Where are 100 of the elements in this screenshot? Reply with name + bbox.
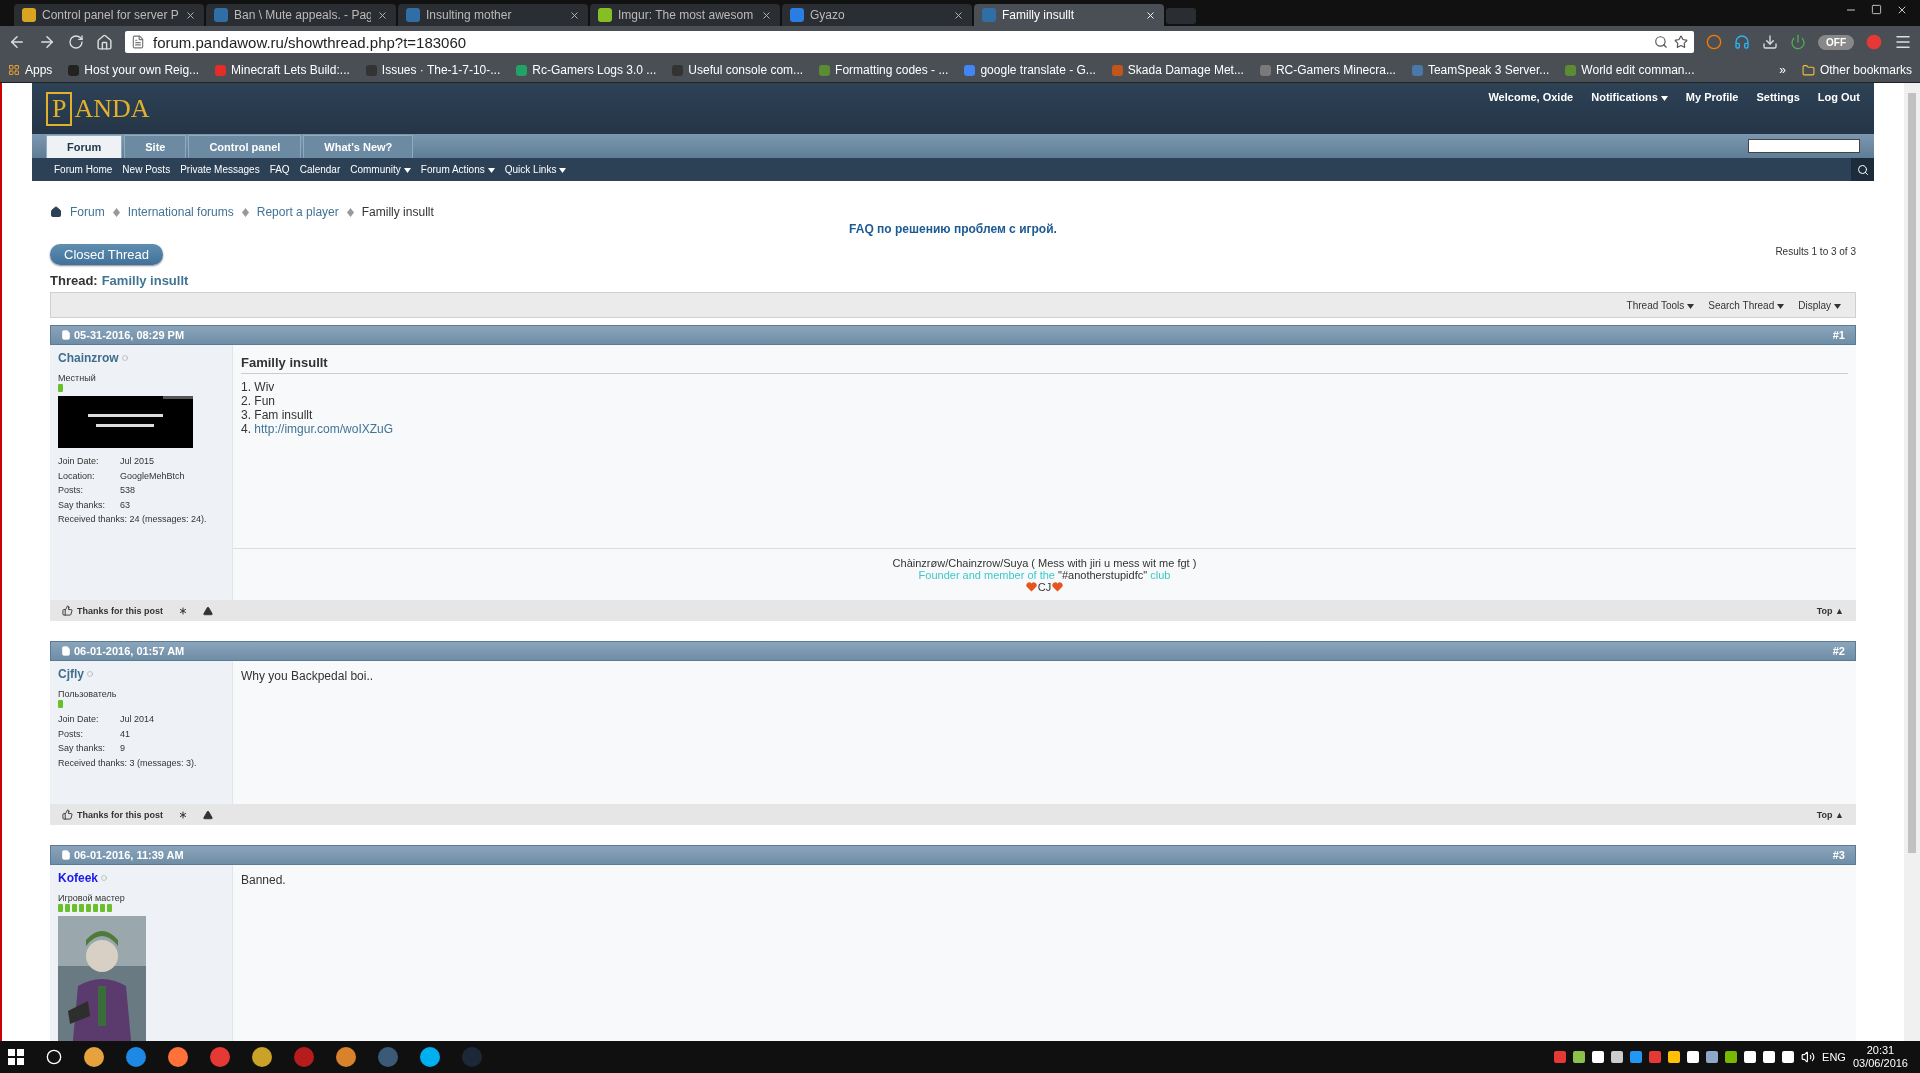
app-icon[interactable] [84,1047,104,1067]
download-icon[interactable] [1762,34,1778,50]
nav-tab[interactable]: Site [124,135,187,158]
home-icon[interactable] [50,206,62,218]
toggle-switch[interactable]: OFF [1818,34,1854,50]
close-icon[interactable] [761,9,772,21]
power-icon[interactable] [1790,34,1806,50]
link[interactable]: http://imgur.com/woIXZuG [254,422,394,436]
thanks-button[interactable]: Thanks for this post [62,605,163,616]
search-button[interactable] [1851,158,1874,181]
bookmark[interactable]: Useful console com... [672,63,804,77]
site-logo[interactable]: P ANDA [46,83,150,134]
bookmark[interactable]: RC-Gamers Minecra... [1259,63,1396,77]
windows-icon[interactable] [8,1049,24,1065]
tray-icon[interactable] [1611,1051,1624,1063]
thread-title[interactable]: Familly insullt [101,273,189,288]
tray-icon[interactable] [1592,1051,1605,1063]
headphones-icon[interactable] [1734,34,1750,50]
apps-bookmark[interactable]: Apps [8,63,53,77]
tray-icon[interactable] [1687,1051,1700,1063]
other-bookmarks[interactable]: Other bookmarks [1801,63,1912,77]
browser-tab[interactable]: Insulting mother [398,4,588,26]
language-indicator[interactable]: ENG [1822,1051,1846,1063]
breadcrumb-link[interactable]: International forums [127,205,234,219]
closed-thread-button[interactable]: Closed Thread [50,244,164,265]
user-link[interactable]: Settings [1756,91,1800,134]
report-icon[interactable] [203,605,213,616]
browser-tab[interactable]: Familly insullt [974,4,1164,26]
top-link[interactable]: Top ▲ [1816,605,1844,616]
tray-icon[interactable] [1744,1051,1757,1063]
forward-icon[interactable] [38,33,56,51]
sub-nav-link[interactable]: Forum Actions [420,164,495,175]
tool-menu[interactable]: Display [1798,299,1841,311]
close-icon[interactable] [185,9,196,21]
browser-tab[interactable]: Gyazo [782,4,972,26]
app-icon[interactable] [210,1047,230,1067]
sub-nav-link[interactable]: Private Messages [180,164,260,175]
bookmark[interactable]: Rc-Gamers Logs 3.0 ... [516,63,657,77]
nav-tab[interactable]: What's New? [303,135,414,158]
tray-icon[interactable] [1782,1051,1795,1063]
address-bar[interactable]: forum.pandawow.ru/showthread.php?t=183060 [125,31,1694,53]
sub-nav-link[interactable]: Calendar [299,164,341,175]
sub-nav-link[interactable]: Community [350,164,411,175]
tool-menu[interactable]: Search Thread [1708,299,1785,311]
username[interactable]: Cjfly [58,667,84,681]
tray-icon[interactable] [1763,1051,1776,1063]
app-icon[interactable] [420,1047,440,1067]
close-icon[interactable] [1145,9,1156,21]
user-link[interactable]: Log Out [1817,91,1860,134]
thanks-button[interactable]: Thanks for this post [62,809,163,820]
report-icon[interactable] [203,809,213,820]
bookmark[interactable]: Host your own Reig... [68,63,200,77]
username[interactable]: Kofeek [58,871,98,885]
sub-nav-link[interactable]: New Posts [122,164,171,175]
tray-icon[interactable] [1630,1051,1643,1063]
tray-icon[interactable] [1725,1051,1738,1063]
sub-nav-link[interactable]: Forum Home [54,164,113,175]
tool-menu[interactable]: Thread Tools [1626,299,1695,311]
nav-tab[interactable]: Control panel [188,135,302,158]
app-icon[interactable] [126,1047,146,1067]
page-icon [131,35,145,49]
app-icon[interactable] [336,1047,356,1067]
menu-icon[interactable] [1894,33,1912,51]
reload-icon[interactable] [68,34,84,50]
notice-link[interactable]: FAQ по решению проблем с игрой. [50,222,1856,236]
sub-nav-link[interactable]: Quick Links [504,164,567,175]
search-field[interactable] [1748,139,1860,153]
sub-nav-link[interactable]: FAQ [269,164,290,175]
star-icon[interactable] [1674,35,1688,49]
browser-tab[interactable]: Control panel for server P [14,4,204,26]
bookmark[interactable]: Formatting codes - ... [819,63,949,77]
close-icon[interactable] [1896,4,1908,16]
breadcrumb-link[interactable]: Forum [70,205,105,219]
tray-icon[interactable] [1573,1051,1586,1063]
browser-tab[interactable]: Imgur: The most awesom [590,4,780,26]
top-link[interactable]: Top ▲ [1816,809,1844,820]
maximize-icon[interactable] [1871,4,1882,15]
extension-icon[interactable] [1706,34,1722,50]
user-link[interactable]: My Profile [1685,91,1739,134]
username[interactable]: Chainzrow [58,351,119,365]
more-bookmarks-button[interactable]: » [1779,63,1786,77]
close-icon[interactable] [953,9,964,21]
app-icon[interactable] [168,1047,188,1067]
clock[interactable]: 20:31 03/06/2016 [1852,1044,1912,1070]
tray-icon[interactable] [1668,1051,1681,1063]
app-icon[interactable] [252,1047,272,1067]
bookmark[interactable]: Minecraft Lets Build:... [215,63,350,77]
bookmark[interactable]: Skada Damage Met... [1111,63,1244,77]
breadcrumb-link[interactable]: Report a player [256,205,339,219]
bookmark[interactable]: TeamSpeak 3 Server... [1411,63,1550,77]
back-icon[interactable] [8,33,26,51]
tray-icon[interactable] [1706,1051,1719,1063]
close-icon[interactable] [377,9,388,21]
user-link[interactable]: Notifications [1591,91,1668,134]
bookmark[interactable]: google translate - G... [964,63,1096,77]
bookmark[interactable]: World edit comman... [1565,63,1695,77]
close-icon[interactable] [569,9,580,21]
volume-icon[interactable] [1801,1050,1816,1064]
bookmark[interactable]: Issues · The-1-7-10-... [365,63,501,77]
nav-tab[interactable]: Forum [46,135,123,158]
